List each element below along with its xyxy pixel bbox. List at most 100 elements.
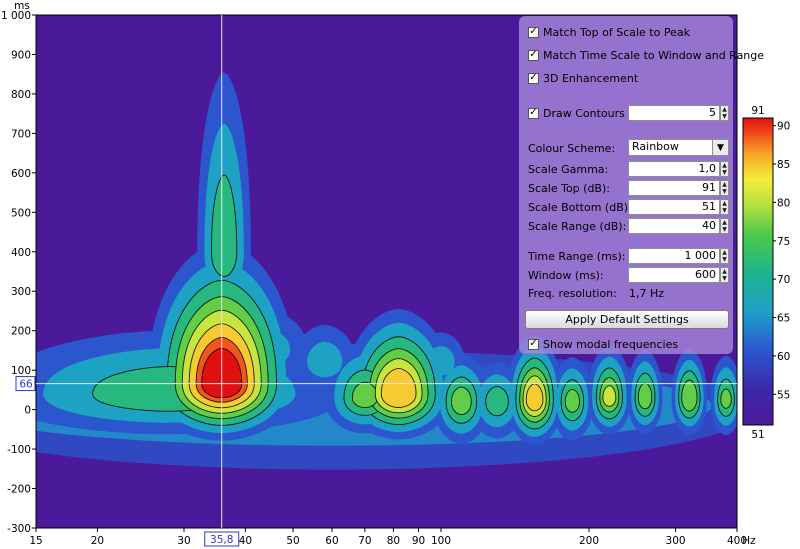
apply-default-settings-button[interactable]: Apply Default Settings — [525, 310, 729, 329]
x-tick-label: 70 — [358, 535, 371, 547]
y-tick-label: 400 — [11, 247, 31, 259]
y-tick-label: 100 — [11, 365, 31, 377]
x-tick-label: 100 — [431, 535, 451, 547]
match-time-checkbox[interactable]: ✓ Match Time Scale to Window and Range — [528, 46, 764, 64]
draw-contours-label: Draw Contours — [543, 106, 625, 120]
colour-bar-tick-label: 55 — [777, 389, 790, 401]
x-unit-label: Hz — [742, 535, 756, 547]
x-tick-label: 40 — [239, 535, 252, 547]
spin-up-icon: ▲ — [722, 181, 727, 188]
scale-top-field[interactable]: 91 — [628, 180, 720, 196]
y-tick-label: -100 — [7, 444, 31, 456]
y-tick-label: 600 — [11, 168, 31, 180]
spin-down-icon: ▼ — [722, 113, 727, 120]
x-tick-label: 50 — [286, 535, 299, 547]
x-tick-label: 300 — [666, 535, 686, 547]
scale-bottom-spinner[interactable]: ▲ ▼ — [720, 199, 729, 215]
contour-region — [485, 386, 509, 417]
scale-bottom-label: Scale Bottom (dB): — [528, 201, 632, 214]
colour-bar-tick-label: 90 — [777, 121, 790, 133]
scale-range-field[interactable]: 40 — [628, 218, 720, 234]
x-tick-label: 15 — [29, 535, 42, 547]
spin-up-icon: ▲ — [722, 268, 727, 275]
spin-up-icon: ▲ — [722, 219, 727, 226]
time-range-label: Time Range (ms): — [528, 250, 626, 263]
scale-range-spinner[interactable]: ▲ ▼ — [720, 218, 729, 234]
contours-spinner[interactable]: ▲ ▼ — [720, 105, 729, 121]
spin-down-icon: ▼ — [722, 226, 727, 233]
spin-up-icon: ▲ — [722, 200, 727, 207]
colour-bar-bottom-label: 51 — [751, 429, 764, 441]
check-icon: ✓ — [528, 338, 539, 350]
contour-region — [637, 382, 653, 410]
draw-contours-checkbox[interactable]: ✓ Draw Contours — [528, 104, 625, 122]
window-field[interactable]: 600 — [628, 267, 720, 283]
y-unit-label: ms — [14, 0, 30, 12]
x-tick-label: 60 — [325, 535, 338, 547]
y-tick-label: 0 — [24, 405, 31, 417]
colour-bar — [742, 117, 774, 426]
colour-bar-tick-label: 85 — [777, 159, 790, 171]
check-icon: ✓ — [528, 26, 539, 38]
spin-down-icon: ▼ — [722, 207, 727, 214]
spin-up-icon: ▲ — [722, 106, 727, 113]
colour-bar-tick-label: 65 — [777, 313, 790, 325]
y-tick-label: 900 — [11, 49, 31, 61]
time-range-field[interactable]: 1 000 — [628, 248, 720, 264]
scale-gamma-spinner[interactable]: ▲ ▼ — [720, 161, 729, 177]
contour-region — [564, 389, 580, 413]
enhance-3d-checkbox[interactable]: ✓ 3D Enhancement — [528, 69, 638, 87]
colour-bar-top-label: 91 — [751, 105, 764, 117]
y-tick-label: 200 — [11, 326, 31, 338]
spin-down-icon: ▼ — [722, 275, 727, 282]
match-time-label: Match Time Scale to Window and Range — [543, 48, 765, 62]
spin-down-icon: ▼ — [722, 256, 727, 263]
x-tick-label: 20 — [91, 535, 104, 547]
check-icon: ✓ — [528, 107, 539, 119]
scale-top-spinner[interactable]: ▲ ▼ — [720, 180, 729, 196]
colour-bar-tick-label: 60 — [777, 351, 790, 363]
scale-gamma-field[interactable]: 1,0 — [628, 161, 720, 177]
x-tick-label: 30 — [177, 535, 190, 547]
colour-bar-tick-label: 70 — [777, 274, 790, 286]
show-modal-checkbox[interactable]: ✓ Show modal frequencies — [528, 335, 678, 353]
scale-range-label: Scale Range (dB): — [528, 220, 627, 233]
time-range-spinner[interactable]: ▲ ▼ — [720, 248, 729, 264]
spin-down-icon: ▼ — [722, 188, 727, 195]
show-modal-label: Show modal frequencies — [543, 337, 679, 351]
spin-up-icon: ▲ — [722, 162, 727, 169]
scale-top-label: Scale Top (dB): — [528, 182, 610, 195]
colour-scheme-label: Colour Scheme: — [528, 142, 616, 155]
contour-region — [602, 385, 617, 407]
x-tick-label: 90 — [412, 535, 425, 547]
contours-count-field[interactable]: 5 — [628, 105, 720, 121]
colour-scale: 91 51 90 85 80 75 70 65 60 55 — [742, 105, 790, 441]
freq-resolution-value: 1,7 Hz — [629, 287, 665, 300]
enhance-3d-label: 3D Enhancement — [543, 71, 639, 85]
scale-bottom-field[interactable]: 51 — [628, 199, 720, 215]
match-top-checkbox[interactable]: ✓ Match Top of Scale to Peak — [528, 23, 690, 41]
y-tick-label: 500 — [11, 207, 31, 219]
y-tick-label: 700 — [11, 128, 31, 140]
check-icon: ✓ — [528, 49, 539, 61]
cursor-y-label: 66 — [19, 379, 33, 391]
settings-panel: ✓ Match Top of Scale to Peak ✓ Match Tim… — [519, 16, 764, 354]
contour-region — [525, 383, 544, 412]
window-label: Window (ms): — [528, 269, 604, 282]
scale-gamma-label: Scale Gamma: — [528, 163, 609, 176]
contour-region — [681, 379, 698, 412]
match-top-label: Match Top of Scale to Peak — [543, 25, 690, 39]
y-tick-label: 300 — [11, 286, 31, 298]
cursor-x-label: 35,8 — [210, 534, 233, 546]
dropdown-arrow-icon[interactable]: ▼ — [712, 139, 729, 156]
freq-resolution-label: Freq. resolution: — [528, 287, 617, 300]
colour-scheme-select[interactable]: Rainbow — [628, 139, 714, 156]
spin-down-icon: ▼ — [722, 169, 727, 176]
colour-bar-tick-label: 80 — [777, 197, 790, 209]
contour-region — [720, 388, 732, 409]
y-tick-label: -200 — [7, 484, 31, 496]
y-tick-label: 800 — [11, 89, 31, 101]
contour-region — [451, 386, 472, 416]
window-spinner[interactable]: ▲ ▼ — [720, 267, 729, 283]
x-tick-label: 80 — [387, 535, 400, 547]
